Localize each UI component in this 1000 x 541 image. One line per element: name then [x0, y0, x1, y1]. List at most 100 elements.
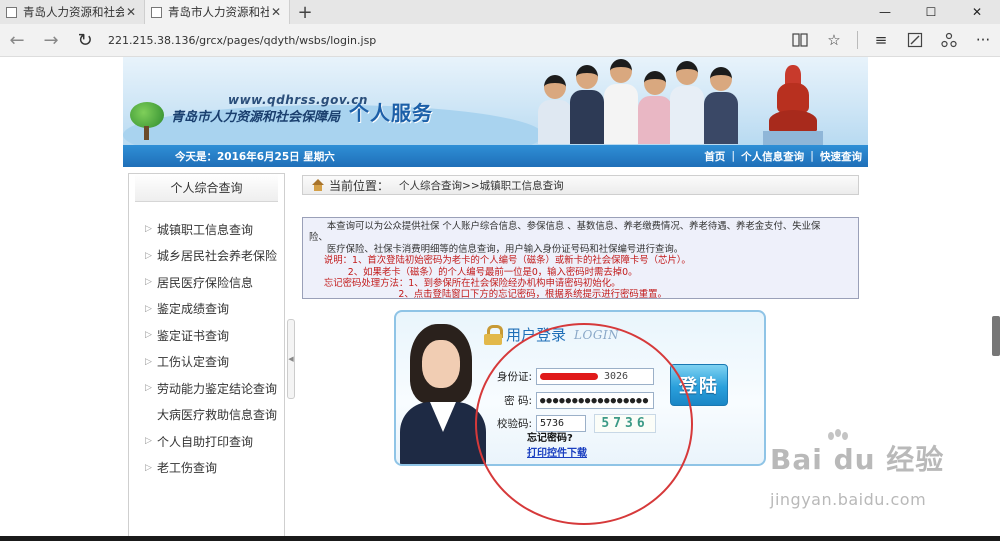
login-panel: 用户登录 LOGIN 身份证: 3026 密 码: ●●●●●●●●●●●●●●… — [394, 310, 766, 466]
sidebar-item-label: 城乡居民社会养老保险 — [157, 249, 278, 264]
password-label: 密 码: — [504, 395, 532, 407]
web-note-icon[interactable] — [898, 24, 932, 57]
login-title-zh: 用户登录 — [506, 326, 567, 344]
sidebar-item-label: 工伤认定查询 — [157, 355, 230, 370]
redaction-mark — [540, 373, 598, 380]
tab-title: 青岛人力资源和社会保障局 — [23, 5, 124, 19]
notice-line: 2、点击登陆窗口下方的忘记密码，根据系统提示进行密码重置。 — [309, 289, 667, 301]
sidebar: 个人综合查询 ▷ 城镇职工信息查询 ▷ 城乡居民社会养老保险 ▷ 居民医疗保险信息 ▷… — [128, 173, 285, 541]
site-url-text: www.qdhrss.gov.cn — [228, 93, 368, 107]
query-notice: 本查询可以为公众提供社保 个人账户综合信息、参保信息 、基数信息、养老缴费情况、… — [302, 217, 859, 301]
caret-left-icon: ◀ — [288, 355, 294, 363]
breadcrumb-label: 当前位置： — [329, 178, 390, 193]
caret-right-icon: ▷ — [145, 462, 152, 473]
sidebar-item-label: 鉴定成绩查询 — [157, 302, 230, 317]
nav-link-home[interactable]: 首页 — [698, 149, 731, 164]
sidebar-item-appraisal-certificate[interactable]: ▷ 鉴定证书查询 — [129, 322, 284, 349]
sidebar-item-injury-recognition[interactable]: ▷ 工伤认定查询 — [129, 349, 284, 376]
back-arrow-icon[interactable]: ← — [0, 24, 34, 57]
reading-view-icon[interactable] — [783, 24, 817, 57]
sidebar-item-critical-illness[interactable]: ▷大病医疗救助信息查询 — [129, 402, 284, 429]
new-tab-button[interactable]: + — [290, 0, 320, 24]
favorite-star-icon[interactable]: ☆ — [817, 24, 851, 57]
browser-tab-2[interactable]: 青岛市人力资源和社会保 ✕ — [145, 0, 290, 24]
browser-tools: ☆ ≡ ··· — [783, 24, 1000, 57]
notice-line: 2、如果老卡（磁条）的个人编号最前一位是0，输入密码时需去掉0。 — [309, 266, 638, 278]
sidebar-item-label: 城镇职工信息查询 — [157, 222, 254, 237]
forward-arrow-icon[interactable]: → — [34, 24, 68, 57]
captcha-image[interactable]: 5736 — [594, 414, 656, 433]
page-scrollbar[interactable] — [992, 316, 1000, 356]
service-agent-photo — [400, 318, 486, 464]
login-title: 用户登录 LOGIN — [484, 324, 619, 345]
caret-right-icon: ▷ — [145, 277, 152, 288]
breadcrumb: 当前位置： 个人综合查询>>城镇职工信息查询 — [302, 175, 859, 195]
sidebar-item-urban-worker[interactable]: ▷ 城镇职工信息查询 — [129, 216, 284, 243]
browser-tab-1[interactable]: 青岛人力资源和社会保障局 ✕ — [0, 0, 145, 24]
sidebar-item-old-injury[interactable]: ▷ 老工伤查询 — [129, 455, 284, 482]
sidebar-item-label: 居民医疗保险信息 — [157, 275, 254, 290]
sidebar-item-label: 大病医疗救助信息查询 — [157, 408, 278, 423]
tree-logo-icon — [126, 102, 166, 140]
id-label: 身份证: — [496, 371, 532, 383]
forgot-password-link[interactable]: 忘记密码? — [527, 429, 573, 444]
caret-right-icon: ▷ — [145, 250, 152, 261]
org-name: 青岛市人力资源和社会保障局 — [171, 110, 341, 125]
share-icon[interactable] — [932, 24, 966, 57]
login-title-en: LOGIN — [574, 327, 620, 342]
print-plugin-download-link[interactable]: 打印控件下载 — [527, 444, 587, 459]
sidebar-title: 个人综合查询 — [135, 174, 278, 202]
sidebar-item-work-ability[interactable]: ▷ 劳动能力鉴定结论查询 — [129, 375, 284, 402]
id-value-tail: 3026 — [604, 371, 629, 382]
caret-right-icon: ▷ — [145, 383, 152, 394]
page-icon — [151, 6, 162, 18]
sidebar-menu: ▷ 城镇职工信息查询 ▷ 城乡居民社会养老保险 ▷ 居民医疗保险信息 ▷ 鉴定成绩查询 … — [129, 202, 284, 481]
sidebar-item-appraisal-score[interactable]: ▷ 鉴定成绩查询 — [129, 296, 284, 323]
banner-people-image — [538, 57, 743, 145]
caret-right-icon: ▷ — [145, 436, 152, 447]
password-input[interactable]: ●●●●●●●●●●●●●●●●● — [536, 392, 654, 409]
sidebar-item-label: 个人自助打印查询 — [157, 434, 254, 449]
captcha-label: 校验码: — [496, 418, 532, 430]
sidebar-collapse-handle[interactable]: ◀ — [287, 319, 295, 399]
login-button[interactable]: 登陆 — [670, 364, 728, 406]
notice-line: 说明：1、首次登陆初始密码为老卡的个人编号（磁条）或新卡的社会保障卡号（芯片）。 — [309, 255, 691, 267]
taskbar-edge — [0, 536, 1000, 541]
caret-right-icon: ▷ — [145, 330, 152, 341]
lock-icon — [484, 324, 503, 345]
date-text: 今天是：2016年6月25日 星期六 — [175, 150, 335, 163]
notice-line: 本查询可以为公众提供社保 个人账户综合信息、参保信息 、基数信息、养老缴费情况、… — [309, 221, 821, 232]
web-page: www.qdhrss.gov.cn 青岛市人力资源和社会保障局 个人服务 今天是… — [0, 57, 1000, 541]
breadcrumb-path: 个人综合查询>>城镇职工信息查询 — [399, 179, 564, 192]
toolbar-divider — [857, 31, 858, 49]
maximize-button[interactable]: ☐ — [908, 0, 954, 24]
sidebar-item-resident-medical[interactable]: ▷ 居民医疗保险信息 — [129, 269, 284, 296]
page-icon — [6, 6, 17, 18]
home-icon — [311, 179, 325, 191]
more-icon[interactable]: ··· — [966, 24, 1000, 57]
close-window-button[interactable]: ✕ — [954, 0, 1000, 24]
sidebar-item-resident-pension[interactable]: ▷ 城乡居民社会养老保险 — [129, 243, 284, 270]
site-banner: www.qdhrss.gov.cn 青岛市人力资源和社会保障局 个人服务 — [123, 57, 868, 145]
close-icon[interactable]: ✕ — [269, 5, 283, 19]
sidebar-item-label: 鉴定证书查询 — [157, 328, 230, 343]
browser-tab-strip: 青岛人力资源和社会保障局 ✕ 青岛市人力资源和社会保 ✕ + — ☐ ✕ — [0, 0, 1000, 24]
nav-link-quick-query[interactable]: 快速查询 — [814, 149, 868, 164]
window-controls: — ☐ ✕ — [862, 0, 1000, 24]
nav-link-personal-info[interactable]: 个人信息查询 — [735, 149, 810, 164]
refresh-icon[interactable]: ↻ — [68, 24, 102, 57]
service-title: 个人服务 — [349, 101, 433, 125]
url-field[interactable]: 221.215.38.136/grcx/pages/qdyth/wsbs/log… — [108, 34, 376, 47]
id-card-input[interactable]: 3026 — [536, 368, 654, 385]
address-bar: ← → ↻ 221.215.38.136/grcx/pages/qdyth/ws… — [0, 24, 1000, 57]
notice-line: 险、 — [309, 232, 328, 244]
sidebar-item-self-print[interactable]: ▷ 个人自助打印查询 — [129, 428, 284, 455]
close-icon[interactable]: ✕ — [124, 5, 138, 19]
minimize-button[interactable]: — — [862, 0, 908, 24]
tab-title: 青岛市人力资源和社会保 — [168, 5, 269, 19]
caret-right-icon: ▷ — [145, 224, 152, 235]
notice-line: 医疗保险、社保卡消费明细等的信息查询，用户输入身份证号码和社保编号进行查询。 — [309, 243, 684, 255]
hub-menu-icon[interactable]: ≡ — [864, 24, 898, 57]
header-nav-bar: 今天是：2016年6月25日 星期六 首页 | 个人信息查询 | 快速查询 — [123, 145, 868, 167]
id-row: 身份证: 3026 — [492, 368, 654, 385]
